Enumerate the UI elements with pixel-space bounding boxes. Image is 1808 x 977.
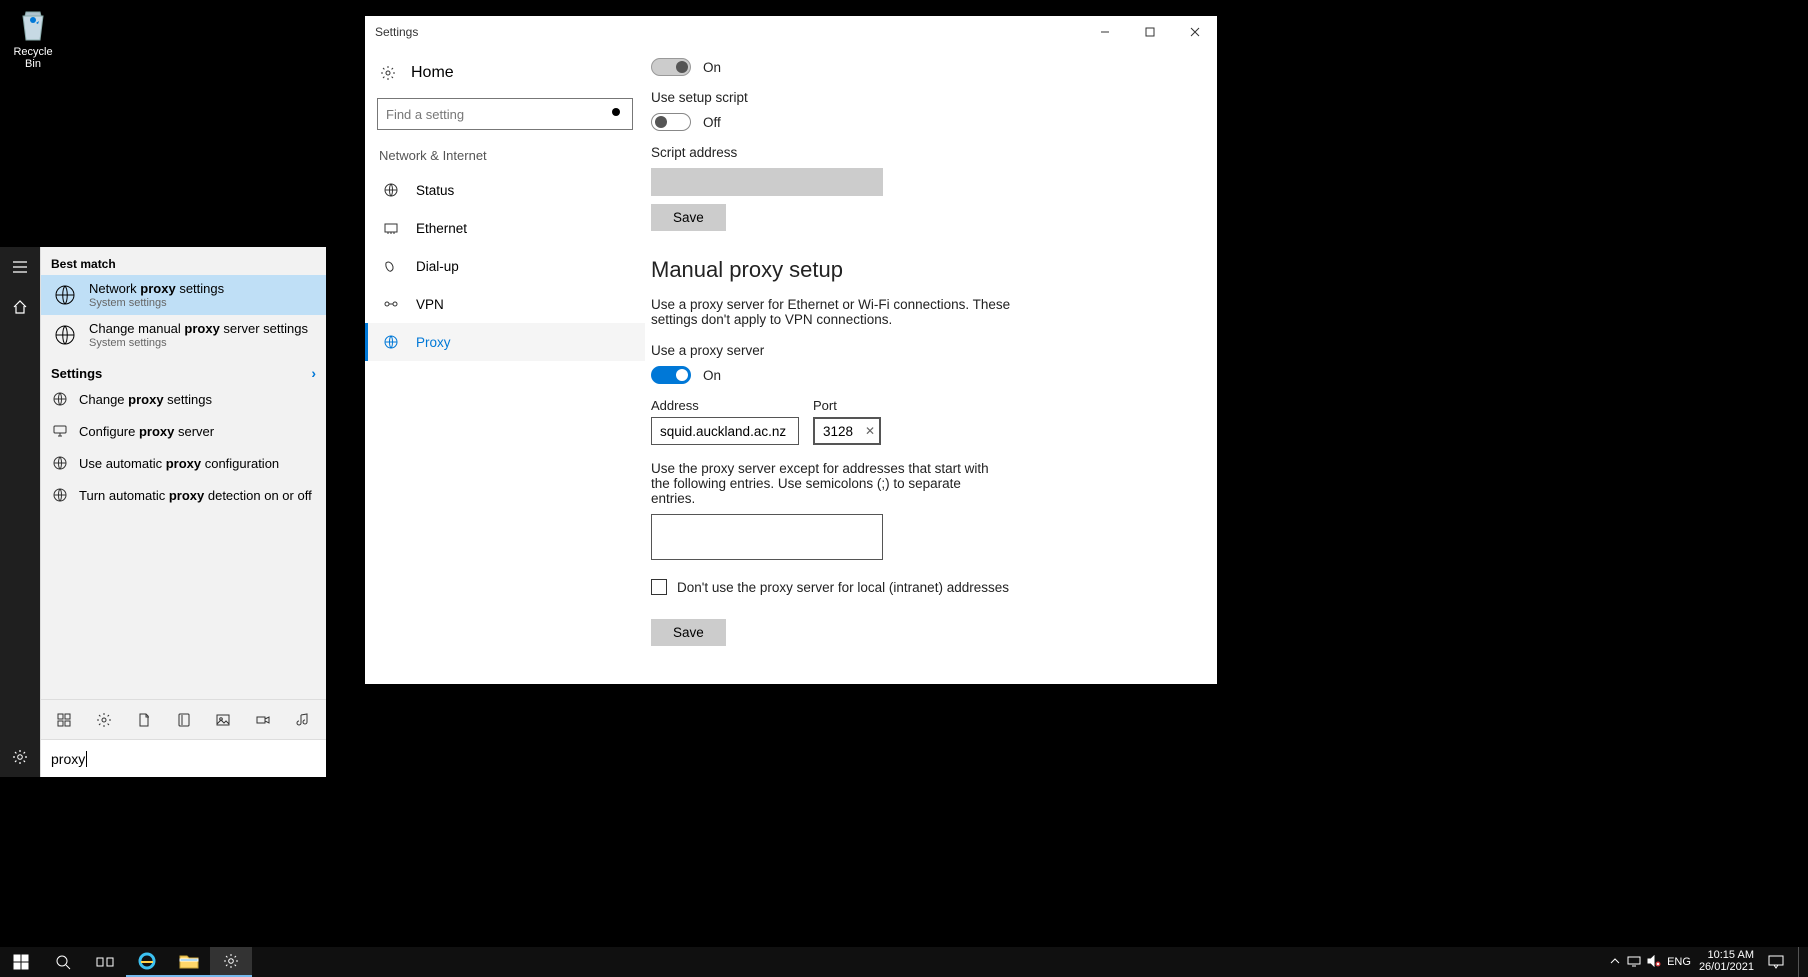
globe-icon xyxy=(51,486,69,504)
filter-apps-icon[interactable] xyxy=(55,711,73,729)
nav-home[interactable]: Home xyxy=(365,56,645,98)
window-close-button[interactable] xyxy=(1172,16,1217,48)
find-setting-input[interactable]: Find a setting xyxy=(377,98,633,130)
ethernet-icon xyxy=(382,219,400,237)
filter-music-icon[interactable] xyxy=(294,711,312,729)
search-icon xyxy=(610,106,624,123)
clear-icon[interactable]: ✕ xyxy=(865,424,875,438)
use-proxy-label: Use a proxy server xyxy=(651,343,1197,358)
sidebar-category: Network & Internet xyxy=(365,148,645,171)
action-center-icon[interactable] xyxy=(1762,955,1790,969)
settings-window: Settings Home Find a setting Network & I… xyxy=(365,16,1217,684)
window-maximize-button[interactable] xyxy=(1127,16,1172,48)
status-icon xyxy=(382,181,400,199)
search-result-title: Network proxy settings xyxy=(89,281,224,297)
best-match-header: Best match xyxy=(41,247,326,275)
chevron-right-icon: › xyxy=(311,365,316,381)
window-title-bar: Settings xyxy=(365,16,1217,48)
tray-network-icon[interactable] xyxy=(1627,955,1641,970)
nav-status[interactable]: Status xyxy=(365,171,645,209)
filter-settings-icon[interactable] xyxy=(95,711,113,729)
save-proxy-button[interactable]: Save xyxy=(651,619,726,646)
dialup-icon xyxy=(382,257,400,275)
vpn-icon xyxy=(382,295,400,313)
globe-icon xyxy=(51,390,69,408)
setting-change-proxy[interactable]: Change proxy settings xyxy=(41,383,326,415)
tray-clock[interactable]: 10:15 AM 26/01/2021 xyxy=(1699,950,1754,973)
nav-ethernet[interactable]: Ethernet xyxy=(365,209,645,247)
nav-proxy[interactable]: Proxy xyxy=(365,323,645,361)
proxy-address-input[interactable] xyxy=(651,417,799,445)
rail-home-icon[interactable] xyxy=(0,287,40,327)
search-result-network-proxy[interactable]: Network proxy settings System settings xyxy=(41,275,326,315)
globe-icon xyxy=(51,454,69,472)
globe-icon xyxy=(51,321,79,349)
setup-script-toggle[interactable] xyxy=(651,113,691,131)
search-result-sub: System settings xyxy=(89,337,308,349)
start-button[interactable] xyxy=(0,947,42,977)
setting-configure-proxy-server[interactable]: Configure proxy server xyxy=(41,415,326,447)
window-title: Settings xyxy=(375,25,418,39)
taskbar-ie-icon[interactable] xyxy=(126,947,168,977)
use-setup-script-label: Use setup script xyxy=(651,90,1197,105)
proxy-exceptions-input[interactable] xyxy=(651,514,883,560)
task-view-button[interactable] xyxy=(84,947,126,977)
tray-chevron-up-icon[interactable] xyxy=(1609,955,1621,970)
rail-hamburger-icon[interactable] xyxy=(0,247,40,287)
system-tray: ENG 10:15 AM 26/01/2021 xyxy=(1504,947,1808,977)
start-menu-rail xyxy=(0,247,40,777)
settings-content: On Use setup script Off Script address S… xyxy=(645,48,1217,684)
bypass-local-checkbox[interactable] xyxy=(651,579,667,595)
search-result-sub: System settings xyxy=(89,297,224,309)
desktop-recycle-bin[interactable]: Recycle Bin xyxy=(4,4,62,70)
globe-icon xyxy=(51,281,79,309)
tray-volume-icon[interactable] xyxy=(1647,955,1661,970)
tray-language[interactable]: ENG xyxy=(1667,956,1691,968)
show-desktop-button[interactable] xyxy=(1798,947,1804,977)
taskbar-settings-icon[interactable] xyxy=(210,947,252,977)
filter-videos-icon[interactable] xyxy=(254,711,272,729)
settings-section-header[interactable]: Settings › xyxy=(41,355,326,383)
recycle-bin-icon xyxy=(13,4,53,44)
search-result-change-manual-proxy[interactable]: Change manual proxy server settings Syst… xyxy=(41,315,326,355)
script-address-input xyxy=(651,168,883,196)
search-filter-bar xyxy=(41,699,326,739)
auto-detect-toggle[interactable] xyxy=(651,58,691,76)
filter-photos-icon[interactable] xyxy=(214,711,232,729)
taskbar xyxy=(0,947,1504,977)
taskbar-search-icon[interactable] xyxy=(42,947,84,977)
manual-proxy-description: Use a proxy server for Ethernet or Wi-Fi… xyxy=(651,297,1031,327)
bypass-local-label: Don't use the proxy server for local (in… xyxy=(677,580,1009,595)
nav-dialup[interactable]: Dial-up xyxy=(365,247,645,285)
save-script-button[interactable]: Save xyxy=(651,204,726,231)
manual-proxy-header: Manual proxy setup xyxy=(651,257,1197,283)
search-results-panel: Best match Network proxy settings System… xyxy=(40,247,326,777)
rail-settings-icon[interactable] xyxy=(0,737,40,777)
cortana-search-input[interactable]: proxy xyxy=(41,739,326,777)
use-proxy-toggle[interactable] xyxy=(651,366,691,384)
proxy-icon xyxy=(382,333,400,351)
port-label: Port xyxy=(813,398,881,413)
window-minimize-button[interactable] xyxy=(1082,16,1127,48)
settings-sidebar: Home Find a setting Network & Internet S… xyxy=(365,48,645,684)
script-address-label: Script address xyxy=(651,145,1197,160)
exceptions-description: Use the proxy server except for addresse… xyxy=(651,461,991,506)
recycle-bin-label: Recycle Bin xyxy=(4,46,62,70)
search-result-title: Change manual proxy server settings xyxy=(89,321,308,337)
address-label: Address xyxy=(651,398,799,413)
setting-use-automatic-proxy[interactable]: Use automatic proxy configuration xyxy=(41,447,326,479)
network-icon xyxy=(51,422,69,440)
gear-icon xyxy=(379,64,397,82)
filter-web-icon[interactable] xyxy=(175,711,193,729)
nav-vpn[interactable]: VPN xyxy=(365,285,645,323)
filter-documents-icon[interactable] xyxy=(135,711,153,729)
setting-turn-automatic-detection[interactable]: Turn automatic proxy detection on or off xyxy=(41,479,326,511)
taskbar-explorer-icon[interactable] xyxy=(168,947,210,977)
